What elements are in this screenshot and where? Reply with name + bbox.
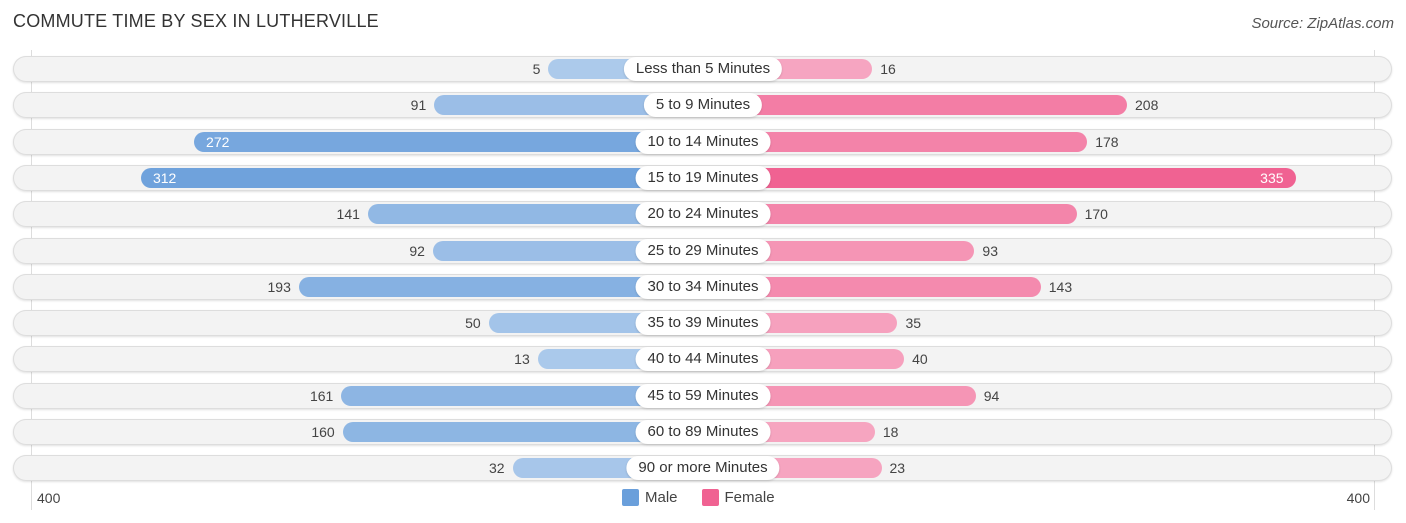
female-value-label: 335 — [1260, 169, 1284, 186]
category-label: 35 to 39 Minutes — [635, 311, 771, 336]
female-bar — [703, 167, 1296, 188]
category-label: 10 to 14 Minutes — [635, 129, 771, 154]
category-label: 40 to 44 Minutes — [635, 347, 771, 372]
female-value-label: 170 — [1084, 206, 1108, 223]
male-value-label: 160 — [311, 424, 335, 440]
male-value-label: 141 — [336, 206, 360, 223]
male-value-label: 13 — [514, 351, 530, 368]
male-bar — [140, 167, 703, 188]
female-value-label: 208 — [1135, 97, 1159, 114]
category-label: 45 to 59 Minutes — [635, 383, 771, 408]
female-bar — [703, 95, 1128, 116]
female-value-label: 143 — [1048, 278, 1073, 295]
male-value-label: 193 — [267, 278, 291, 295]
female-value-label: 94 — [983, 387, 1000, 404]
legend-swatch-male — [622, 489, 639, 506]
female-value-label: 178 — [1095, 133, 1119, 150]
female-value-label: 16 — [880, 61, 896, 77]
category-label: Less than 5 Minutes — [623, 57, 783, 81]
male-value-label: 91 — [410, 97, 427, 114]
male-value-label: 5 — [532, 61, 541, 77]
legend: Male Female — [622, 489, 775, 506]
category-label: 90 or more Minutes — [626, 456, 780, 481]
male-value-label: 32 — [488, 460, 505, 477]
female-value-label: 18 — [882, 424, 899, 440]
axis-left-label: 400 — [37, 490, 61, 506]
female-value-label: 93 — [982, 242, 998, 259]
category-label: 20 to 24 Minutes — [635, 202, 771, 227]
category-label: 60 to 89 Minutes — [635, 420, 771, 444]
chart-container: COMMUTE TIME BY SEX IN LUTHERVILLE Sourc… — [0, 0, 1406, 523]
male-value-label: 161 — [309, 387, 334, 404]
female-value-label: 23 — [889, 460, 906, 477]
category-label: 5 to 9 Minutes — [643, 93, 763, 118]
legend-swatch-female — [701, 489, 719, 506]
male-bar — [194, 131, 703, 152]
category-label: 15 to 19 Minutes — [635, 165, 771, 190]
source-label: Source: ZipAtlas.com — [1251, 15, 1394, 32]
female-value-label: 40 — [912, 351, 928, 368]
legend-label-female: Female — [724, 489, 775, 506]
axis-right-label: 400 — [1346, 490, 1370, 506]
category-label: 25 to 29 Minutes — [635, 238, 771, 263]
male-value-label: 50 — [465, 315, 481, 332]
chart-title: COMMUTE TIME BY SEX IN LUTHERVILLE — [13, 11, 379, 31]
legend-item-male: Male — [622, 489, 678, 506]
category-label: 30 to 34 Minutes — [635, 274, 771, 299]
male-value-label: 272 — [206, 133, 230, 150]
legend-label-male: Male — [645, 489, 678, 506]
male-value-label: 312 — [152, 169, 177, 186]
male-value-label: 92 — [409, 242, 425, 259]
legend-item-female: Female — [701, 489, 775, 506]
female-value-label: 35 — [905, 315, 922, 332]
